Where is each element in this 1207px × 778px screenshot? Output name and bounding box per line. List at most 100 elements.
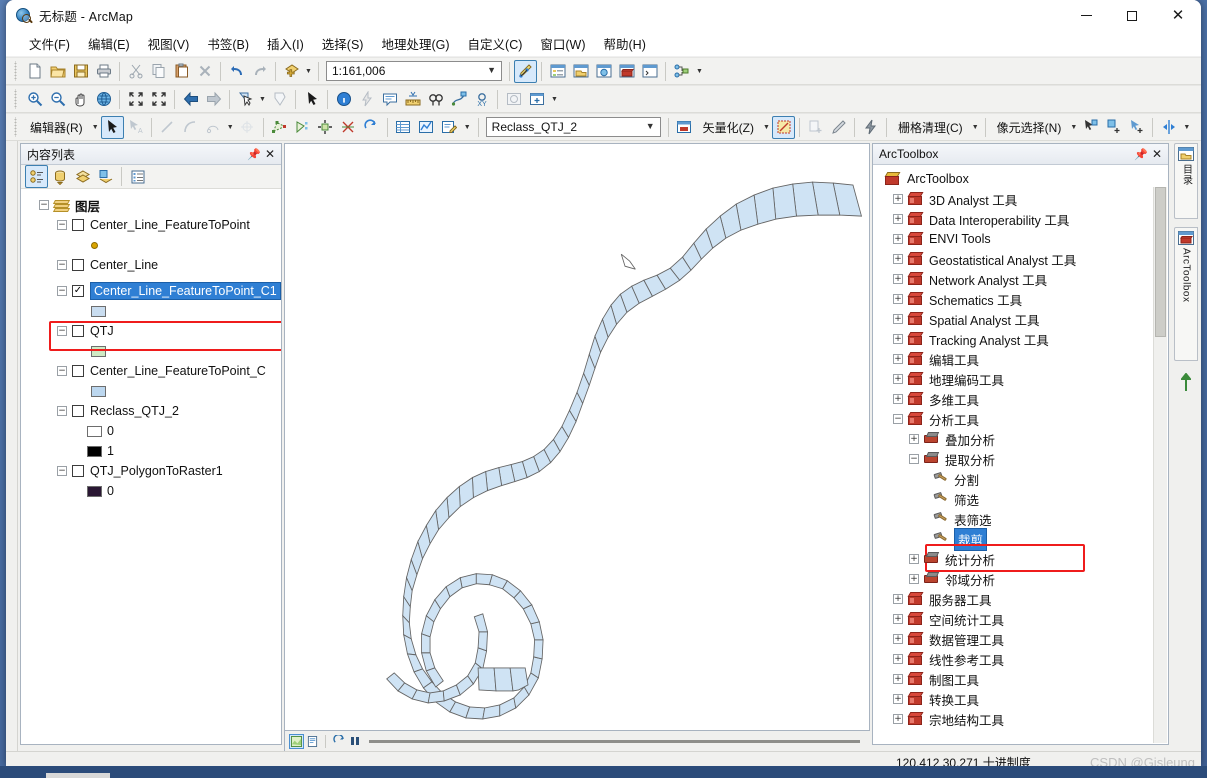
toc-layer-center-line-featuretopoint-c[interactable]: − Center_Line_FeatureToPoint_C [25,361,281,381]
save-icon[interactable] [69,60,92,83]
resize-handle-icon[interactable] [1179,372,1193,391]
collapse-expander-icon[interactable]: − [57,286,67,296]
layer-visibility-checkbox[interactable] [72,365,84,377]
select-dropdown-arrow[interactable]: ▼ [257,88,268,111]
toolbox-multidimension[interactable]: + 多维工具 [877,389,1166,409]
toolbox-spatial-statistics[interactable]: + 空间统计工具 [877,609,1166,629]
identify-icon[interactable] [332,88,355,111]
html-popup-icon[interactable] [378,88,401,111]
toolbox-server[interactable]: + 服务器工具 [877,589,1166,609]
measure-icon[interactable] [401,88,424,111]
vectorize-menu-arrow[interactable]: ▼ [761,116,772,139]
toolset-proximity-analysis[interactable]: + 邻域分析 [877,569,1166,589]
toc-symbol-row[interactable] [25,341,281,361]
class-color-swatch[interactable] [87,425,102,437]
cut-polygons-icon[interactable] [337,116,360,139]
raster-cleanup-menu-button[interactable]: 栅格清理(C) [891,116,970,139]
toolset-statistics-analysis[interactable]: + 统计分析 [877,549,1166,569]
expand-expander-icon[interactable]: + [909,434,919,444]
zoom-in-icon[interactable] [23,88,46,111]
menu-geoprocessing[interactable]: 地理处理(G) [372,31,458,56]
list-by-source-icon[interactable] [48,165,71,188]
collapse-expander-icon[interactable]: − [57,466,67,476]
collapse-expander-icon[interactable]: − [909,454,919,464]
expand-expander-icon[interactable]: + [893,354,903,364]
toolbar-overflow-button[interactable]: ▼ [461,116,474,139]
table-of-contents-icon[interactable] [546,60,569,83]
toolbar-grip[interactable] [13,61,20,81]
toolbox-network-analyst[interactable]: + Network Analyst 工具 [877,269,1166,289]
collapse-expander-icon[interactable]: − [893,414,903,424]
toc-symbol-row[interactable] [25,301,281,321]
layer-visibility-checkbox[interactable] [72,405,84,417]
layer-visibility-checkbox[interactable]: ✓ [72,285,84,297]
modelbuilder-icon[interactable] [670,60,693,83]
expand-expander-icon[interactable]: + [893,274,903,284]
find-icon[interactable] [424,88,447,111]
pin-icon[interactable]: 📌 [246,146,262,162]
menu-selection[interactable]: 选择(S) [313,31,373,56]
add-data-icon[interactable] [280,60,303,83]
editor-menu-button[interactable]: 编辑器(R) [23,116,90,139]
toolbox-cartography[interactable]: + 制图工具 [877,669,1166,689]
expand-expander-icon[interactable]: + [893,294,903,304]
add-data-dropdown-arrow[interactable]: ▼ [303,60,314,83]
point-symbol-swatch[interactable] [91,241,98,249]
toolbox-analysis[interactable]: − 分析工具 [877,409,1166,429]
refresh-icon[interactable] [331,734,346,749]
menu-file[interactable]: 文件(F) [20,31,79,56]
reshape-feature-icon[interactable] [291,116,314,139]
side-tab-arctoolbox[interactable]: ArcToolbox [1174,227,1198,361]
polygon-symbol-swatch[interactable] [91,305,106,317]
tool-split[interactable]: 分割 [877,469,1166,489]
edit-vertices-icon[interactable] [268,116,291,139]
polygon-symbol-swatch[interactable] [91,385,106,397]
attributes-icon[interactable] [392,116,415,139]
toc-symbol-row[interactable] [25,235,281,255]
toc-class-row[interactable]: 0 [25,481,281,501]
map-scale-combo[interactable]: 1:161,006 ▼ [326,61,502,81]
layer-visibility-checkbox[interactable] [72,465,84,477]
toolbox-spatial-analyst[interactable]: + Spatial Analyst 工具 [877,309,1166,329]
toc-layer-center-line[interactable]: − Center_Line [25,255,281,275]
tool-clip[interactable]: 裁剪 [877,527,1166,551]
search-icon[interactable] [592,60,615,83]
menu-bookmarks[interactable]: 书签(B) [198,31,258,56]
fixed-zoom-out-icon[interactable] [147,88,170,111]
toolbar-grip[interactable] [13,89,20,109]
chevron-down-icon[interactable]: ▼ [646,121,655,131]
data-view-icon[interactable] [289,733,304,749]
editor-menu-arrow[interactable]: ▼ [90,116,101,139]
pan-icon[interactable] [69,88,92,111]
close-icon[interactable]: ✕ [262,146,278,162]
flip-icon[interactable] [1157,116,1180,139]
toolbox-data-interoperability[interactable]: + Data Interoperability 工具 [877,209,1166,229]
layout-view-icon[interactable] [305,734,320,749]
target-layer-combo[interactable]: Reclass_QTJ_2 ▼ [485,117,661,137]
toolbox-conversion[interactable]: + 转换工具 [877,689,1166,709]
full-extent-icon[interactable] [92,88,115,111]
expand-expander-icon[interactable]: + [893,714,903,724]
catalog-icon[interactable] [569,60,592,83]
sketch-properties-icon[interactable] [415,116,438,139]
pixel-selection-menu-arrow[interactable]: ▼ [1068,116,1079,139]
maximize-button[interactable] [1109,0,1155,31]
toc-layer-reclass-qtj-2[interactable]: − Reclass_QTJ_2 [25,401,281,421]
class-color-swatch[interactable] [87,485,102,497]
toolbox-geocoding[interactable]: + 地理编码工具 [877,369,1166,389]
expand-expander-icon[interactable]: + [893,214,903,224]
arctoolbox-root[interactable]: ArcToolbox [877,169,1166,189]
minimize-button[interactable] [1063,0,1109,31]
expand-expander-icon[interactable]: + [893,254,903,264]
arctoolbox-scrollbar[interactable] [1153,187,1167,743]
expand-expander-icon[interactable]: + [893,694,903,704]
menu-window[interactable]: 窗口(W) [531,31,594,56]
menu-view[interactable]: 视图(V) [139,31,199,56]
toc-layer-center-line-featuretopoint[interactable]: − Center_Line_FeatureToPoint [25,215,281,235]
collapse-expander-icon[interactable]: − [39,200,49,210]
expand-expander-icon[interactable]: + [893,194,903,204]
fixed-zoom-in-icon[interactable] [124,88,147,111]
create-viewer-window-icon[interactable] [525,88,548,111]
list-by-selection-icon[interactable] [94,165,117,188]
vectorization-settings-icon[interactable] [673,116,696,139]
